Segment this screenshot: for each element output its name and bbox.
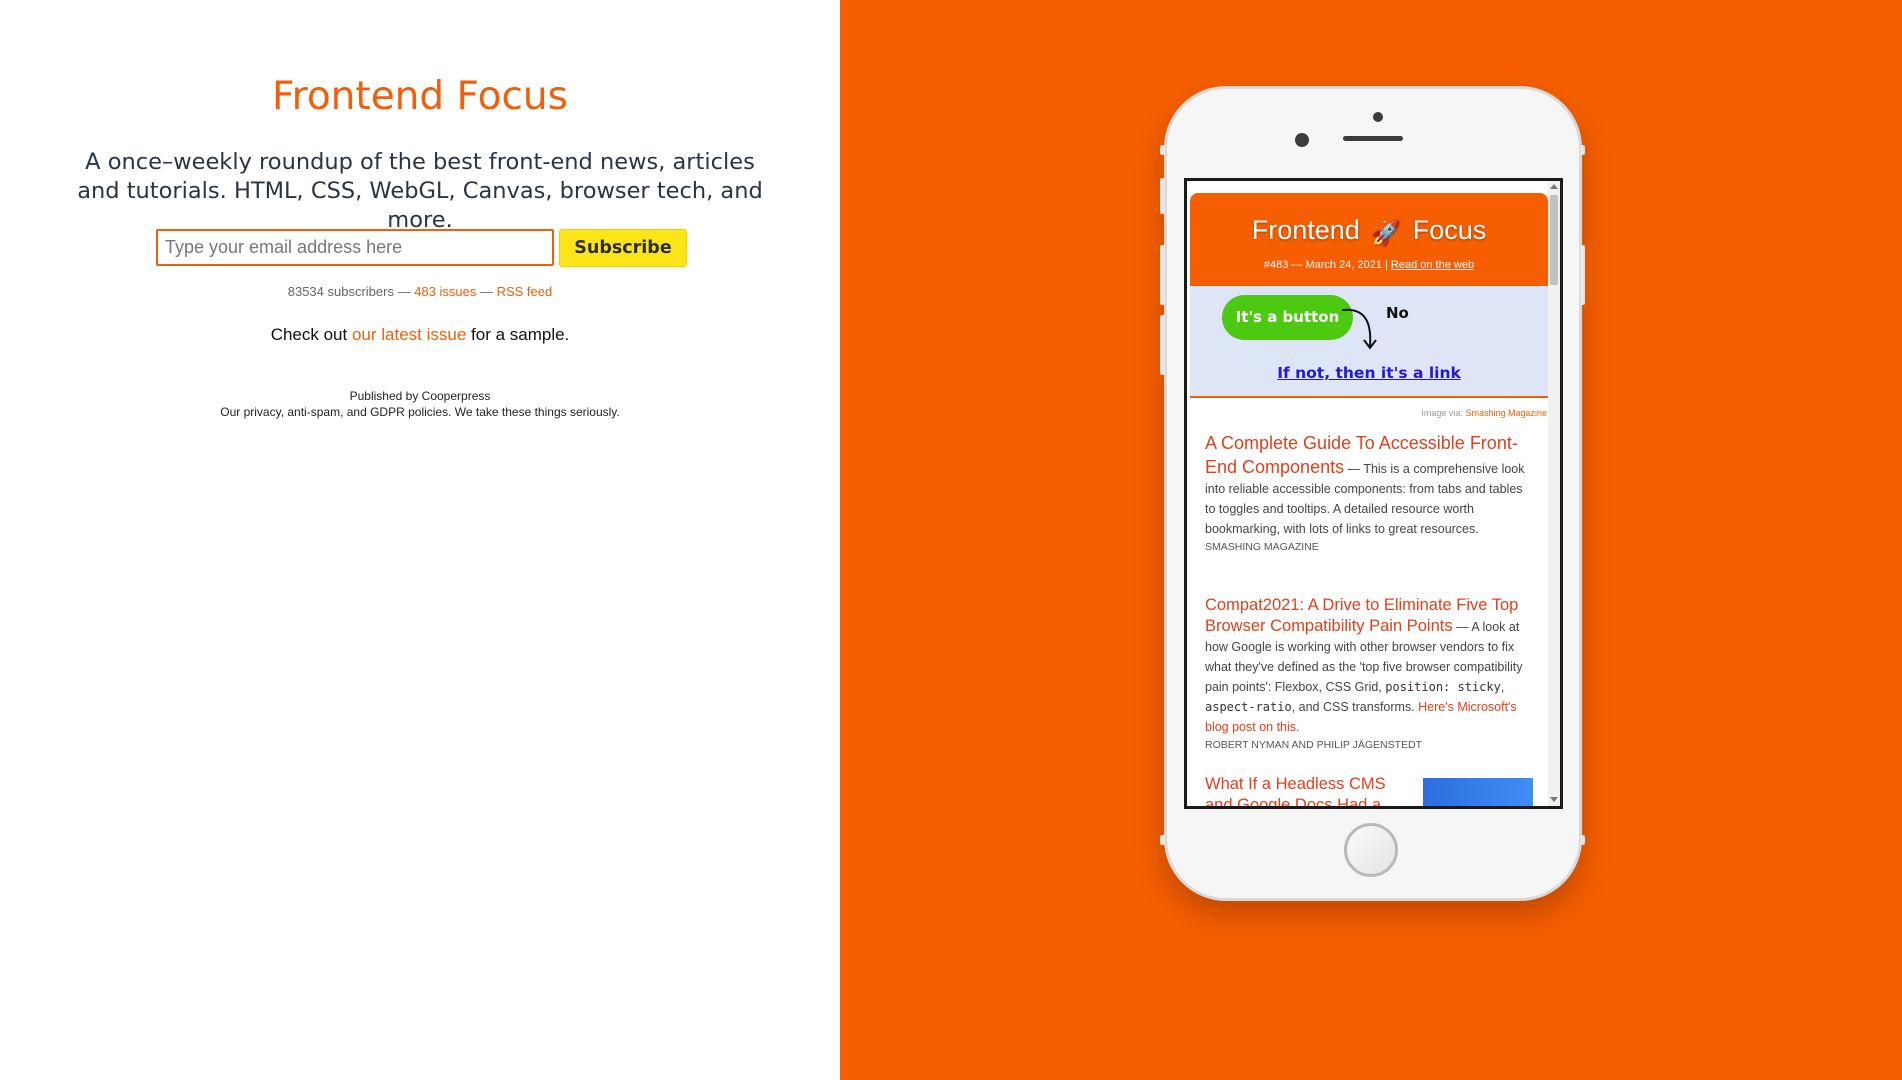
subscribe-button[interactable]: Subscribe [559, 229, 687, 267]
sensor-icon [1295, 133, 1309, 147]
sample-line: Check out our latest issue for a sample. [0, 325, 840, 345]
code-snippet: position: sticky [1385, 680, 1501, 694]
newsletter-preview: Frontend 🚀 Focus #483 — March 24, 2021 |… [1187, 181, 1548, 806]
phone-screen: Frontend 🚀 Focus #483 — March 24, 2021 |… [1184, 178, 1563, 809]
phone-volume-up [1160, 178, 1165, 214]
code-snippet: aspect-ratio [1205, 700, 1292, 714]
phone-side-button [1160, 145, 1165, 155]
policies-line: Our privacy, anti-spam, and GDPR policie… [220, 405, 620, 419]
speaker-grille [1343, 136, 1403, 141]
email-input[interactable] [156, 229, 554, 266]
article-source: SMASHING MAGAZINE [1205, 541, 1319, 553]
phone-volume-down [1160, 315, 1165, 375]
article-item: Compat2021: A Drive to Eliminate Five To… [1205, 595, 1535, 755]
hero-image: It's a button No If not, then it's a lin… [1190, 286, 1548, 398]
sample-suffix: for a sample. [466, 325, 570, 344]
phone-side-button [1160, 835, 1165, 845]
camera-icon [1373, 112, 1383, 122]
credit-source-link[interactable]: Smashing Magazine [1465, 408, 1547, 418]
scrollbar[interactable] [1548, 181, 1560, 806]
article-title-link[interactable]: What If a Headless CMS and Google Docs H… [1205, 775, 1386, 806]
article-thumbnail [1423, 778, 1533, 806]
credit-prefix: Image via: [1421, 408, 1466, 418]
site-tagline: A once–weekly roundup of the best front-… [77, 149, 763, 233]
issue-date: #483 — March 24, 2021 | [1263, 259, 1391, 271]
article-item: A Complete Guide To Accessible Front-End… [1205, 431, 1535, 557]
scroll-up-icon[interactable] [1550, 184, 1558, 189]
article-body: , [1500, 680, 1505, 694]
issues-link[interactable]: 483 issues [414, 284, 476, 299]
hero-button-illustration: It's a button [1222, 295, 1353, 340]
phone-side-button [1580, 835, 1585, 845]
publisher-line: Published by Cooperpress [349, 389, 491, 403]
issue-meta: #483 — March 24, 2021 | Read on the web [1190, 259, 1548, 271]
article-source: ROBERT NYMAN AND PHILIP JÄGENSTEDT [1205, 739, 1423, 751]
stats-separator: — [393, 284, 415, 299]
newsletter-title-left: Frontend [1251, 215, 1360, 245]
scroll-thumb[interactable] [1550, 195, 1558, 285]
hero-link-illustration: If not, then it's a link [1277, 364, 1461, 382]
curved-arrow-icon [1341, 308, 1377, 350]
article-body: , and CSS transforms. [1291, 700, 1419, 714]
signup-panel: Frontend Focus A once–weekly roundup of … [0, 0, 840, 1080]
subscriber-stats: 83534 subscribers — 483 issues — RSS fee… [0, 284, 840, 299]
phone-volume-down [1160, 245, 1165, 305]
latest-issue-link[interactable]: our latest issue [352, 325, 466, 344]
scroll-down-icon[interactable] [1550, 797, 1558, 802]
rocket-icon: 🚀 [1371, 220, 1402, 247]
phone-power-button [1580, 245, 1585, 305]
signup-form: Subscribe [156, 229, 687, 268]
image-credit: Image via: Smashing Magazine [1421, 408, 1547, 418]
read-on-web-link[interactable]: Read on the web [1391, 259, 1474, 271]
site-title: Frontend Focus [272, 74, 568, 119]
newsletter-title: Frontend 🚀 Focus [1190, 215, 1548, 248]
rss-feed-link[interactable]: RSS feed [497, 284, 553, 299]
phone-power-button [1580, 145, 1585, 155]
article-item: What If a Headless CMS and Google Docs H… [1205, 774, 1405, 806]
hero-no-label: No [1386, 304, 1409, 322]
publisher-info: Published by Cooperpress Our privacy, an… [0, 388, 840, 420]
sample-prefix: Check out [270, 325, 352, 344]
home-button[interactable] [1344, 823, 1398, 877]
subscriber-count: 83534 subscribers [287, 284, 394, 299]
stats-separator: — [476, 284, 497, 299]
newsletter-header: Frontend 🚀 Focus #483 — March 24, 2021 |… [1190, 193, 1548, 286]
newsletter-title-right: Focus [1412, 215, 1487, 245]
